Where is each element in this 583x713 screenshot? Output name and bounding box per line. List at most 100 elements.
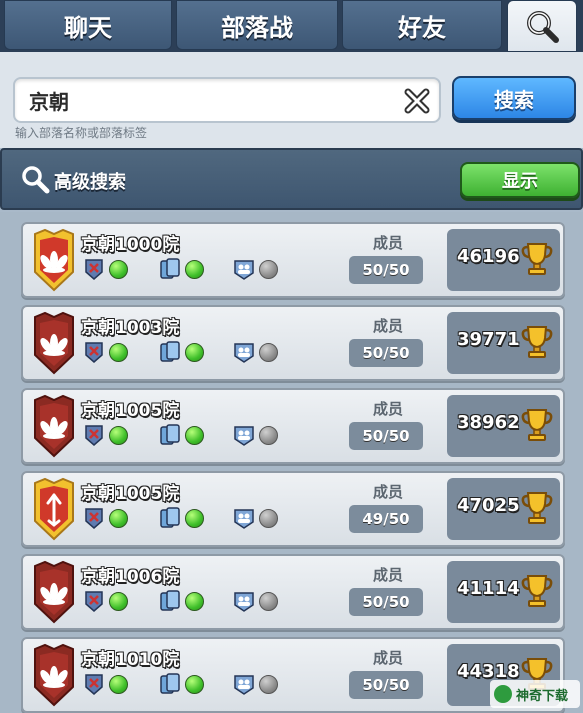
people-icon bbox=[233, 340, 255, 364]
search-icon bbox=[22, 166, 50, 194]
members-label: 成员 bbox=[373, 483, 404, 501]
war-status bbox=[83, 340, 128, 364]
trophy-count: 38962 bbox=[457, 412, 520, 433]
members-count: 50/50 bbox=[349, 256, 423, 284]
people-icon bbox=[233, 257, 255, 281]
clan-row[interactable]: 京朝1006院 成员 50/50 41114 bbox=[21, 554, 565, 630]
trophy-box: 38962 bbox=[447, 395, 560, 457]
tab-search[interactable] bbox=[507, 0, 577, 52]
trophy-box: 47025 bbox=[447, 478, 560, 540]
people-icon bbox=[233, 423, 255, 447]
search-panel: 搜索 输入部落名称或部落标签 bbox=[0, 52, 583, 148]
clan-row[interactable]: 京朝1005院 成员 50/50 38962 bbox=[21, 388, 565, 464]
advanced-search-bar[interactable]: 高级搜索 显示 bbox=[0, 148, 583, 210]
members-count: 50/50 bbox=[349, 671, 423, 699]
status-dot bbox=[109, 674, 128, 694]
clan-badge-icon bbox=[31, 311, 77, 375]
trophy-icon bbox=[521, 324, 553, 360]
status-dot bbox=[259, 342, 278, 362]
cards-icon bbox=[159, 257, 181, 281]
donation-status bbox=[159, 672, 204, 696]
clan-name: 京朝1010院 bbox=[81, 650, 180, 670]
status-dot bbox=[109, 508, 128, 528]
sword-shield-icon bbox=[83, 672, 105, 696]
clear-button[interactable] bbox=[402, 86, 432, 116]
members-count: 50/50 bbox=[349, 422, 423, 450]
status-dot bbox=[185, 425, 204, 445]
status-dot bbox=[259, 508, 278, 528]
members-count: 50/50 bbox=[349, 339, 423, 367]
members-status bbox=[233, 672, 278, 696]
trophy-count: 46196 bbox=[457, 246, 520, 267]
clan-badge-icon bbox=[31, 228, 77, 292]
members-label: 成员 bbox=[373, 234, 404, 252]
trophy-box: 41114 bbox=[447, 561, 560, 623]
clan-badge-icon bbox=[31, 394, 77, 458]
tab-chat[interactable]: 聊天 bbox=[4, 0, 172, 50]
trophy-icon bbox=[521, 407, 553, 443]
status-dot bbox=[109, 342, 128, 362]
search-icon bbox=[527, 11, 559, 43]
status-dot bbox=[185, 259, 204, 279]
people-icon bbox=[233, 589, 255, 613]
members-status bbox=[233, 340, 278, 364]
members-label: 成员 bbox=[373, 649, 404, 667]
donation-status bbox=[159, 589, 204, 613]
status-dot bbox=[185, 674, 204, 694]
clan-name: 京朝1003院 bbox=[81, 318, 180, 338]
advanced-search-title: 高级搜索 bbox=[54, 172, 126, 193]
trophy-count: 41114 bbox=[457, 578, 520, 599]
people-icon bbox=[233, 672, 255, 696]
members-label: 成员 bbox=[373, 317, 404, 335]
watermark-logo-icon bbox=[494, 685, 512, 703]
watermark-text: 神奇下载 bbox=[516, 688, 569, 704]
status-dot bbox=[109, 425, 128, 445]
tab-clan-war[interactable]: 部落战 bbox=[176, 0, 338, 50]
members-status bbox=[233, 423, 278, 447]
status-dot bbox=[109, 591, 128, 611]
donation-status bbox=[159, 340, 204, 364]
war-status bbox=[83, 257, 128, 281]
clan-badge-icon bbox=[31, 477, 77, 541]
clan-name: 京朝1006院 bbox=[81, 567, 180, 587]
watermark: 神奇下载 bbox=[490, 680, 580, 708]
status-dot bbox=[259, 259, 278, 279]
trophy-icon bbox=[521, 241, 553, 277]
donation-status bbox=[159, 257, 204, 281]
clan-name: 京朝1000院 bbox=[81, 235, 180, 255]
people-icon bbox=[233, 506, 255, 530]
trophy-box: 46196 bbox=[447, 229, 560, 291]
members-status bbox=[233, 506, 278, 530]
search-input[interactable] bbox=[13, 77, 441, 123]
donation-status bbox=[159, 506, 204, 530]
cards-icon bbox=[159, 340, 181, 364]
members-count: 50/50 bbox=[349, 588, 423, 616]
war-status bbox=[83, 423, 128, 447]
trophy-box: 39771 bbox=[447, 312, 560, 374]
sword-shield-icon bbox=[83, 423, 105, 447]
clan-row[interactable]: 京朝1003院 成员 50/50 39771 bbox=[21, 305, 565, 381]
trophy-icon bbox=[521, 490, 553, 526]
clan-name: 京朝1005院 bbox=[81, 484, 180, 504]
show-button[interactable]: 显示 bbox=[460, 162, 580, 198]
clan-list[interactable]: 京朝1000院 成员 50/50 46196 京朝1003院 成员 50/50 39771 京朝… bbox=[0, 212, 583, 713]
sword-shield-icon bbox=[83, 340, 105, 364]
clan-row[interactable]: 京朝1000院 成员 50/50 46196 bbox=[21, 222, 565, 298]
trophy-icon bbox=[521, 573, 553, 609]
donation-status bbox=[159, 423, 204, 447]
tab-bar: 聊天 部落战 好友 bbox=[0, 0, 583, 52]
sword-shield-icon bbox=[83, 506, 105, 530]
cards-icon bbox=[159, 423, 181, 447]
sword-shield-icon bbox=[83, 589, 105, 613]
trophy-count: 47025 bbox=[457, 495, 520, 516]
tab-friends[interactable]: 好友 bbox=[342, 0, 502, 50]
members-label: 成员 bbox=[373, 566, 404, 584]
clan-badge-icon bbox=[31, 560, 77, 624]
cards-icon bbox=[159, 589, 181, 613]
clan-row[interactable]: 京朝1010院 成员 50/50 44318 bbox=[21, 637, 565, 713]
search-button[interactable]: 搜索 bbox=[452, 76, 576, 120]
clan-row[interactable]: 京朝1005院 成员 49/50 47025 bbox=[21, 471, 565, 547]
members-status bbox=[233, 589, 278, 613]
war-status bbox=[83, 589, 128, 613]
search-hint: 输入部落名称或部落标签 bbox=[15, 126, 148, 140]
